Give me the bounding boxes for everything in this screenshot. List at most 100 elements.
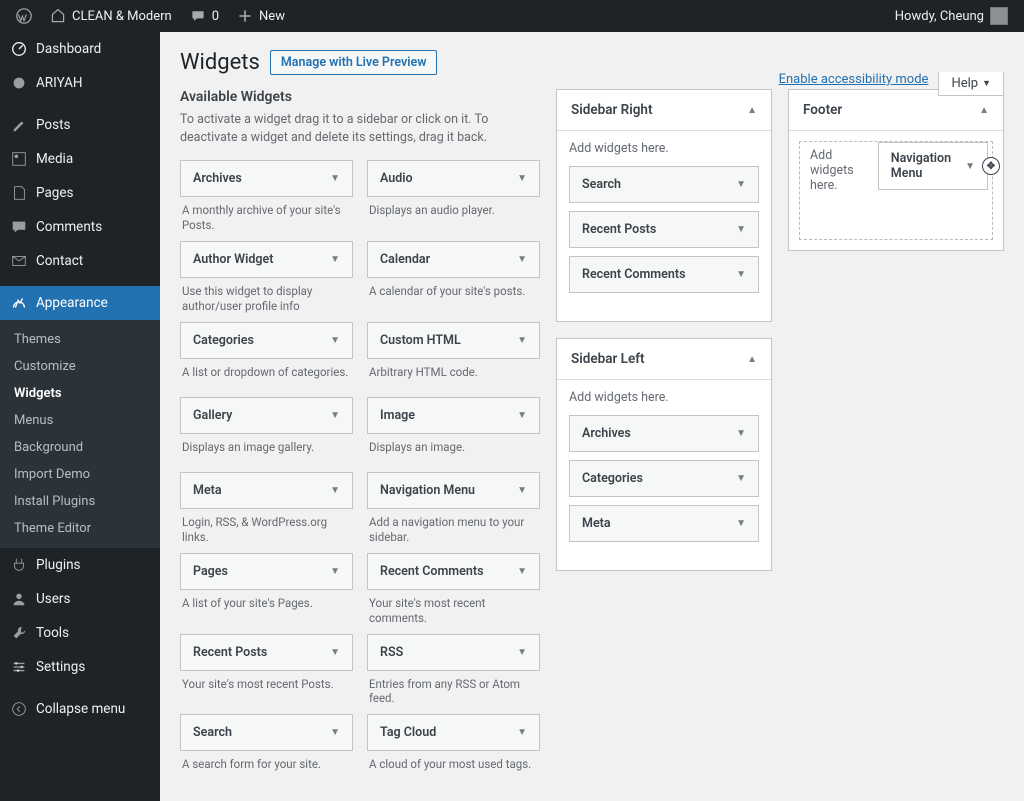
area-sidebar-left: Sidebar Left▲ Add widgets here. Archives… xyxy=(556,338,772,571)
widget-description: Your site's most recent Posts. xyxy=(180,677,353,701)
chevron-down-icon: ▼ xyxy=(736,428,746,439)
menu-contact[interactable]: Contact xyxy=(0,244,160,278)
chevron-down-icon: ▼ xyxy=(330,410,340,421)
submenu-widgets[interactable]: Widgets xyxy=(0,380,160,407)
admin-sidebar: Dashboard ARIYAH Posts Media Pages Comme… xyxy=(0,32,160,801)
chevron-down-icon: ▼ xyxy=(736,518,746,529)
user-greeting[interactable]: Howdy, Cheung xyxy=(887,0,1016,32)
widget-description: A cloud of your most used tags. xyxy=(367,757,540,781)
available-widget[interactable]: Search▼ xyxy=(180,714,353,751)
chevron-down-icon: ▼ xyxy=(517,410,527,421)
menu-settings[interactable]: Settings xyxy=(0,650,160,684)
submenu-background[interactable]: Background xyxy=(0,434,160,461)
submenu-themes[interactable]: Themes xyxy=(0,326,160,353)
available-desc: To activate a widget drag it to a sideba… xyxy=(180,111,540,146)
comments-count[interactable]: 0 xyxy=(182,0,227,32)
collapse-menu[interactable]: Collapse menu xyxy=(0,692,160,726)
available-widget[interactable]: Navigation Menu▼ xyxy=(367,472,540,509)
widget-description: Entries from any RSS or Atom feed. xyxy=(367,677,540,707)
area-header-sidebar-left[interactable]: Sidebar Left▲ xyxy=(557,339,771,380)
move-icon: ✥ xyxy=(982,157,1000,175)
widget-description: A calendar of your site's posts. xyxy=(367,284,540,308)
widget-description: A monthly archive of your site's Posts. xyxy=(180,203,353,233)
available-widget[interactable]: Archives▼ xyxy=(180,160,353,197)
available-widget[interactable]: RSS▼ xyxy=(367,634,540,671)
area-footer: Footer▲ Add widgets here. Navigation Men… xyxy=(788,89,1004,251)
menu-posts[interactable]: Posts xyxy=(0,108,160,142)
area-widget[interactable]: Search▼ xyxy=(569,166,759,203)
area-sidebar-right: Sidebar Right▲ Add widgets here. Search▼… xyxy=(556,89,772,322)
area-widget[interactable]: Recent Posts▼ xyxy=(569,211,759,248)
chevron-down-icon: ▼ xyxy=(330,254,340,265)
available-widget[interactable]: Gallery▼ xyxy=(180,397,353,434)
menu-media[interactable]: Media xyxy=(0,142,160,176)
page-title: Widgets xyxy=(180,50,260,75)
help-tab[interactable]: Help▼ xyxy=(938,72,1004,96)
site-name[interactable]: CLEAN & Modern xyxy=(42,0,180,32)
available-widget[interactable]: Custom HTML▼ xyxy=(367,322,540,359)
available-widget[interactable]: Pages▼ xyxy=(180,553,353,590)
area-hint: Add widgets here. xyxy=(810,148,878,193)
chevron-up-icon: ▲ xyxy=(747,354,757,365)
submenu-appearance: Themes Customize Widgets Menus Backgroun… xyxy=(0,320,160,548)
submenu-import-demo[interactable]: Import Demo xyxy=(0,461,160,488)
chevron-down-icon: ▼ xyxy=(330,173,340,184)
submenu-theme-editor[interactable]: Theme Editor xyxy=(0,515,160,542)
submenu-customize[interactable]: Customize xyxy=(0,353,160,380)
avatar xyxy=(990,7,1008,25)
menu-ariyah[interactable]: ARIYAH xyxy=(0,66,160,100)
available-widget[interactable]: Recent Comments▼ xyxy=(367,553,540,590)
available-widget[interactable]: Calendar▼ xyxy=(367,241,540,278)
widget-description: Displays an image gallery. xyxy=(180,440,353,464)
available-widget[interactable]: Recent Posts▼ xyxy=(180,634,353,671)
menu-users[interactable]: Users xyxy=(0,582,160,616)
chevron-down-icon: ▼ xyxy=(517,485,527,496)
chevron-down-icon: ▼ xyxy=(330,485,340,496)
chevron-down-icon: ▼ xyxy=(330,727,340,738)
new-content[interactable]: New xyxy=(229,0,293,32)
widget-description: A list of your site's Pages. xyxy=(180,596,353,620)
submenu-install-plugins[interactable]: Install Plugins xyxy=(0,488,160,515)
widget-description: Displays an image. xyxy=(367,440,540,464)
available-widget[interactable]: Image▼ xyxy=(367,397,540,434)
menu-appearance[interactable]: Appearance xyxy=(0,286,160,320)
menu-comments[interactable]: Comments xyxy=(0,210,160,244)
chevron-down-icon: ▼ xyxy=(517,254,527,265)
widget-description: A list or dropdown of categories. xyxy=(180,365,353,389)
chevron-down-icon: ▼ xyxy=(517,566,527,577)
available-widget[interactable]: Author Widget▼ xyxy=(180,241,353,278)
chevron-down-icon: ▼ xyxy=(517,173,527,184)
available-widget[interactable]: Audio▼ xyxy=(367,160,540,197)
area-hint: Add widgets here. xyxy=(569,141,759,156)
area-widget[interactable]: Meta▼ xyxy=(569,505,759,542)
footer-dropzone[interactable]: Add widgets here. Navigation Menu ▼ ✥ xyxy=(799,141,993,240)
menu-plugins[interactable]: Plugins xyxy=(0,548,160,582)
chevron-down-icon: ▼ xyxy=(330,335,340,346)
widget-description: Login, RSS, & WordPress.org links. xyxy=(180,515,353,545)
chevron-down-icon: ▼ xyxy=(330,566,340,577)
available-widget[interactable]: Meta▼ xyxy=(180,472,353,509)
area-widget[interactable]: Recent Comments▼ xyxy=(569,256,759,293)
chevron-down-icon: ▼ xyxy=(736,224,746,235)
live-preview-button[interactable]: Manage with Live Preview xyxy=(270,50,438,75)
area-widget[interactable]: Categories▼ xyxy=(569,460,759,497)
chevron-down-icon: ▼ xyxy=(982,78,991,89)
chevron-up-icon: ▲ xyxy=(747,105,757,116)
chevron-down-icon: ▼ xyxy=(736,473,746,484)
area-header-footer[interactable]: Footer▲ xyxy=(789,90,1003,131)
available-widget[interactable]: Categories▼ xyxy=(180,322,353,359)
accessibility-mode-link[interactable]: Enable accessibility mode xyxy=(779,72,929,96)
area-hint: Add widgets here. xyxy=(569,390,759,405)
menu-pages[interactable]: Pages xyxy=(0,176,160,210)
dragging-widget[interactable]: Navigation Menu ▼ ✥ xyxy=(878,142,988,190)
menu-dashboard[interactable]: Dashboard xyxy=(0,32,160,66)
widget-description: A search form for your site. xyxy=(180,757,353,781)
submenu-menus[interactable]: Menus xyxy=(0,407,160,434)
menu-tools[interactable]: Tools xyxy=(0,616,160,650)
area-widget[interactable]: Archives▼ xyxy=(569,415,759,452)
admin-toolbar: CLEAN & Modern 0 New Howdy, Cheung xyxy=(0,0,1024,32)
area-header-sidebar-right[interactable]: Sidebar Right▲ xyxy=(557,90,771,131)
available-widget[interactable]: Tag Cloud▼ xyxy=(367,714,540,751)
available-widgets-column: Available Widgets To activate a widget d… xyxy=(180,89,540,781)
wp-logo[interactable] xyxy=(8,0,40,32)
